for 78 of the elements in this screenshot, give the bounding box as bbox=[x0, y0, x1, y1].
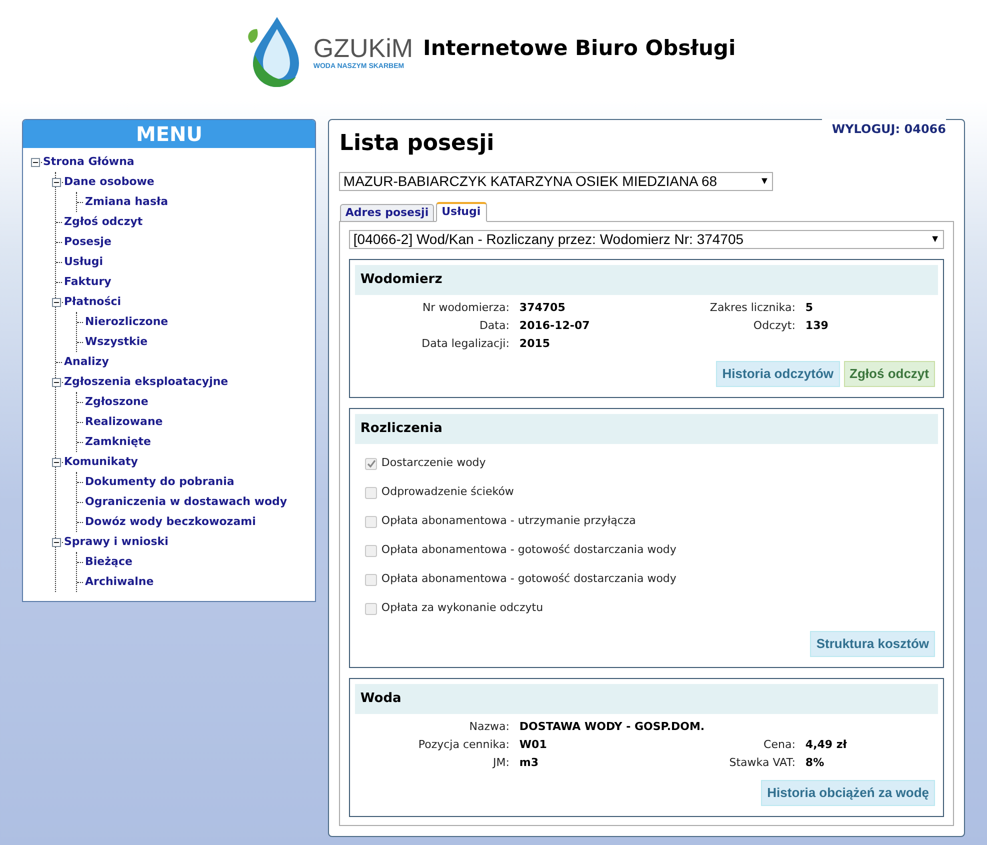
collapse-icon[interactable] bbox=[52, 298, 60, 306]
checkbox-label: Opłata abonamentowa - gotowość dostarczania wody bbox=[381, 571, 676, 588]
menu-item[interactable]: Dane osobowe bbox=[64, 174, 154, 190]
menu-title: MENU bbox=[23, 120, 316, 148]
menu-item[interactable]: Archiwalne bbox=[85, 574, 154, 590]
field-label: Data: bbox=[478, 318, 510, 334]
field-value: 139 bbox=[805, 318, 830, 334]
card-title: Rozliczenia bbox=[355, 414, 938, 444]
field-label: Pozycja cennika: bbox=[417, 737, 510, 753]
menu-item[interactable]: Zamknięte bbox=[85, 434, 151, 450]
collapse-icon[interactable] bbox=[52, 178, 60, 186]
field-label: Zakres licznika: bbox=[708, 300, 796, 316]
action-button[interactable]: Historia odczytów bbox=[716, 361, 840, 387]
field-label: Odczyt: bbox=[752, 318, 796, 334]
menu-item[interactable]: Zgłoś odczyt bbox=[64, 214, 143, 230]
checkbox[interactable] bbox=[365, 574, 378, 586]
service-select[interactable]: [04066-2] Wod/Kan - Rozliczany przez: Wodomierz Nr: 374705 ▼ bbox=[349, 230, 944, 249]
field-value: W01 bbox=[519, 737, 548, 753]
menu-item[interactable]: Dowóz wody beczkowozami bbox=[85, 514, 256, 530]
menu-item[interactable]: Posesje bbox=[64, 234, 112, 250]
checkbox-label: Odprowadzenie ścieków bbox=[381, 484, 514, 500]
menu-item[interactable]: Usługi bbox=[64, 254, 104, 270]
checkbox-label: Opłata abonamentowa - gotowość dostarczania wody bbox=[381, 542, 676, 558]
field-value: 374705 bbox=[519, 300, 566, 316]
field-value: 4,49 zł bbox=[805, 737, 848, 753]
menu-item[interactable]: Bieżące bbox=[85, 554, 132, 570]
action-button[interactable]: Historia obciążeń za wodę bbox=[761, 780, 935, 806]
menu-item[interactable]: Dokumenty do pobrania bbox=[85, 474, 234, 490]
collapse-icon[interactable] bbox=[52, 458, 60, 466]
menu-item[interactable]: Analizy bbox=[64, 354, 109, 370]
checkbox[interactable] bbox=[365, 516, 378, 528]
action-button[interactable]: Zgłoś odczyt bbox=[844, 361, 935, 387]
menu-item[interactable]: Płatności bbox=[64, 294, 122, 310]
action-button[interactable]: Struktura kosztów bbox=[810, 631, 935, 657]
field-label: Nazwa: bbox=[468, 719, 510, 735]
logout-link[interactable]: WYLOGUJ: 04066 bbox=[822, 119, 946, 138]
caret-icon: ▼ bbox=[930, 232, 940, 247]
menu-item[interactable]: Strona Główna bbox=[43, 154, 134, 170]
checkbox-label: Opłata za wykonanie odczytu bbox=[381, 600, 544, 616]
menu-item[interactable]: Zgłoszenia eksploatacyjne bbox=[64, 374, 228, 390]
menu-item[interactable]: Zmiana hasła bbox=[85, 194, 168, 210]
field-label: JM: bbox=[492, 755, 510, 771]
field-label: Nr wodomierza: bbox=[421, 300, 510, 316]
checkbox[interactable] bbox=[365, 602, 378, 614]
field-value: 2015 bbox=[519, 336, 552, 352]
menu-item[interactable]: Ograniczenia w dostawach wody bbox=[85, 494, 288, 510]
property-select[interactable]: MAZUR-BABIARCZYK KATARZYNA OSIEK MIEDZIANA 68 ▼ bbox=[339, 172, 774, 191]
field-value: DOSTAWA WODY - GOSP.DOM. bbox=[519, 719, 706, 735]
checkbox[interactable] bbox=[365, 458, 378, 470]
logo-wordmark: GZUKiM bbox=[313, 34, 414, 62]
menu-item[interactable]: Realizowane bbox=[85, 414, 163, 430]
site-title: Internetowe Biuro Obsługi bbox=[423, 35, 736, 62]
field-value: 5 bbox=[805, 300, 814, 316]
collapse-icon[interactable] bbox=[30, 158, 40, 166]
checkbox[interactable] bbox=[365, 486, 378, 498]
menu-item[interactable]: Komunikaty bbox=[64, 454, 138, 470]
field-value: m3 bbox=[519, 755, 540, 771]
checkbox-label: Dostarczenie wody bbox=[381, 455, 486, 472]
field-label: Stawka VAT: bbox=[728, 755, 796, 771]
collapse-icon[interactable] bbox=[52, 378, 60, 386]
menu-item[interactable]: Faktury bbox=[64, 274, 112, 290]
field-label: Data legalizacji: bbox=[420, 336, 510, 352]
checkbox-label: Opłata abonamentowa - utrzymanie przyłącza bbox=[381, 513, 636, 530]
tab[interactable]: Adres posesji bbox=[340, 204, 434, 222]
menu-item[interactable]: Zgłoszone bbox=[85, 394, 148, 410]
card-title: Woda bbox=[355, 684, 938, 714]
field-value: 8% bbox=[805, 755, 826, 771]
menu-item[interactable]: Nierozliczone bbox=[85, 314, 168, 330]
tab[interactable]: Usługi bbox=[436, 202, 487, 222]
field-label: Cena: bbox=[762, 737, 796, 753]
collapse-icon[interactable] bbox=[52, 538, 60, 546]
card-title: Wodomierz bbox=[355, 265, 938, 295]
menu-item[interactable]: Sprawy i wnioski bbox=[64, 534, 168, 550]
page-title: Lista posesji bbox=[339, 130, 494, 158]
caret-icon: ▼ bbox=[760, 174, 770, 189]
field-value: 2016-12-07 bbox=[519, 318, 591, 334]
checkbox[interactable] bbox=[365, 544, 378, 556]
menu-item[interactable]: Wszystkie bbox=[85, 334, 148, 350]
